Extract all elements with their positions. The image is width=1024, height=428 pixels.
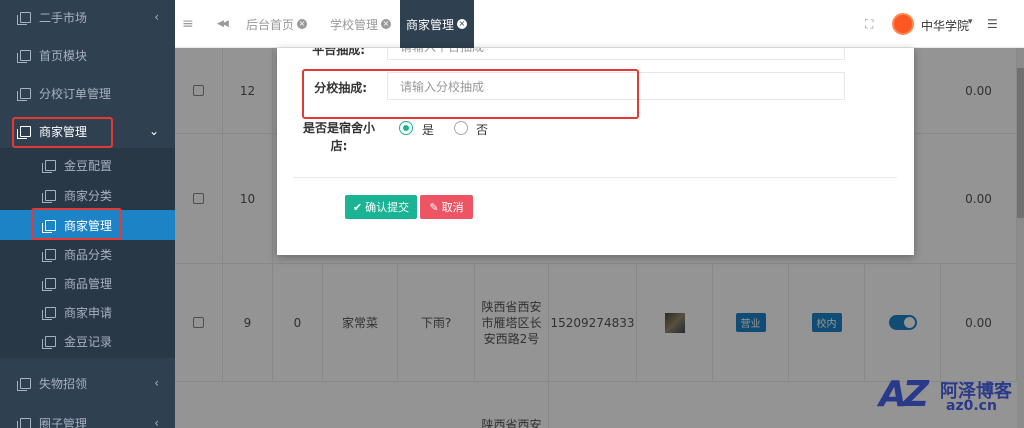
sidebar-item-label: 金豆配置 — [64, 158, 113, 173]
sidebar-item-label: 首页模块 — [39, 48, 88, 63]
tab-label: 商家管理 — [406, 17, 455, 32]
copy-icon — [42, 306, 56, 320]
copy-icon — [42, 335, 56, 349]
hamburger-menu-icon[interactable]: ≡ — [182, 0, 194, 48]
modal-scroll-area — [906, 168, 914, 255]
fullscreen-icon[interactable]: ⛶ — [865, 0, 873, 48]
sidebar-item-label: 商家申请 — [64, 305, 113, 320]
sidebar-item-branch-orders[interactable]: 分校订单管理 — [0, 78, 175, 108]
sidebar-item-merchant-category[interactable]: 商家分类 — [0, 180, 175, 210]
top-navbar: ≡ ◀◀ 后台首页 × 学校管理 × 商家管理 × ⛶ 中华学院 ▾ ☰ — [175, 0, 1024, 48]
copy-icon — [42, 277, 56, 291]
highlight-box-merchant-menu — [12, 117, 113, 148]
tab-label: 后台首页 — [246, 17, 295, 32]
sidebar-item-product-category[interactable]: 商品分类 — [0, 239, 175, 269]
sidebar-item-label: 失物招领 — [39, 376, 88, 391]
dorm-shop-label: 是否是宿舍小店: — [303, 121, 376, 153]
copy-icon — [42, 189, 56, 203]
cancel-button-label: 取消 — [441, 201, 464, 214]
copy-icon — [17, 11, 31, 25]
eraser-icon: ✎ — [429, 200, 439, 214]
tab-school-management[interactable]: 学校管理 × — [330, 0, 392, 48]
copy-icon — [17, 417, 31, 428]
sidebar-item-label: 商品分类 — [64, 247, 113, 262]
tab-merchant-management[interactable]: 商家管理 × — [400, 0, 474, 48]
sidebar-item-merchant-application[interactable]: 商家申请 — [0, 297, 175, 327]
sidebar-item-label: 圈子管理 — [39, 416, 88, 428]
sidebar-item-label: 商品管理 — [64, 276, 113, 291]
platform-cut-label: 平台抽成: — [312, 48, 365, 57]
user-name[interactable]: 中华学院 — [921, 17, 969, 34]
chevron-down-icon: ⌄ — [148, 124, 159, 138]
copy-icon — [42, 159, 56, 173]
sidebar-item-circle-management[interactable]: 圈子管理 ‹ — [0, 408, 175, 428]
settings-menu-icon[interactable]: ☰ — [987, 17, 998, 31]
chevron-left-icon: ‹ — [154, 376, 159, 390]
sidebar-item-second-hand-market[interactable]: 二手市场 ‹ — [0, 2, 175, 32]
chevron-left-icon: ‹ — [154, 10, 159, 24]
chevron-left-icon: ‹ — [154, 416, 159, 428]
check-icon: ✔ — [352, 200, 363, 214]
highlight-box-merchant-submenu — [31, 208, 122, 240]
tab-dashboard[interactable]: 后台首页 × — [246, 0, 308, 48]
copy-icon — [42, 248, 56, 262]
dorm-yes-label: 是 — [422, 123, 435, 137]
cancel-button[interactable]: ✎ 取消 — [420, 195, 473, 219]
submit-button-label: 确认提交 — [365, 201, 410, 214]
dorm-no-radio[interactable] — [454, 121, 468, 135]
copy-icon — [17, 49, 31, 63]
watermark-url: az0.cn — [946, 398, 997, 414]
watermark-logo: AZ — [879, 374, 929, 415]
dorm-yes-radio[interactable] — [399, 121, 413, 135]
sidebar-item-home-module[interactable]: 首页模块 — [0, 40, 175, 70]
sidebar-item-label: 二手市场 — [39, 10, 88, 25]
close-icon[interactable]: × — [381, 19, 392, 29]
avatar[interactable] — [892, 13, 914, 35]
close-icon[interactable]: × — [457, 19, 468, 29]
sidebar-item-lost-and-found[interactable]: 失物招领 ‹ — [0, 368, 175, 398]
sidebar-item-label: 商家分类 — [64, 188, 113, 203]
sidebar-item-label: 分校订单管理 — [39, 86, 112, 101]
close-icon[interactable]: × — [297, 19, 308, 29]
chevron-down-icon[interactable]: ▾ — [968, 17, 973, 27]
tabs-back-icon[interactable]: ◀◀ — [217, 0, 229, 48]
copy-icon — [17, 377, 31, 391]
tab-label: 学校管理 — [330, 17, 379, 32]
sidebar-item-gold-bean-config[interactable]: 金豆配置 — [0, 150, 175, 180]
submit-button[interactable]: ✔ 确认提交 — [345, 195, 417, 219]
highlight-box-school-cut-field — [302, 69, 639, 119]
platform-cut-input[interactable]: 请输入平台抽成 — [387, 48, 845, 60]
dorm-no-label: 否 — [476, 123, 489, 137]
sidebar-item-product-management[interactable]: 商品管理 — [0, 268, 175, 298]
sidebar-item-label: 金豆记录 — [64, 334, 113, 349]
copy-icon — [17, 87, 31, 101]
form-divider — [293, 177, 897, 178]
sidebar-item-gold-bean-records[interactable]: 金豆记录 — [0, 326, 175, 356]
